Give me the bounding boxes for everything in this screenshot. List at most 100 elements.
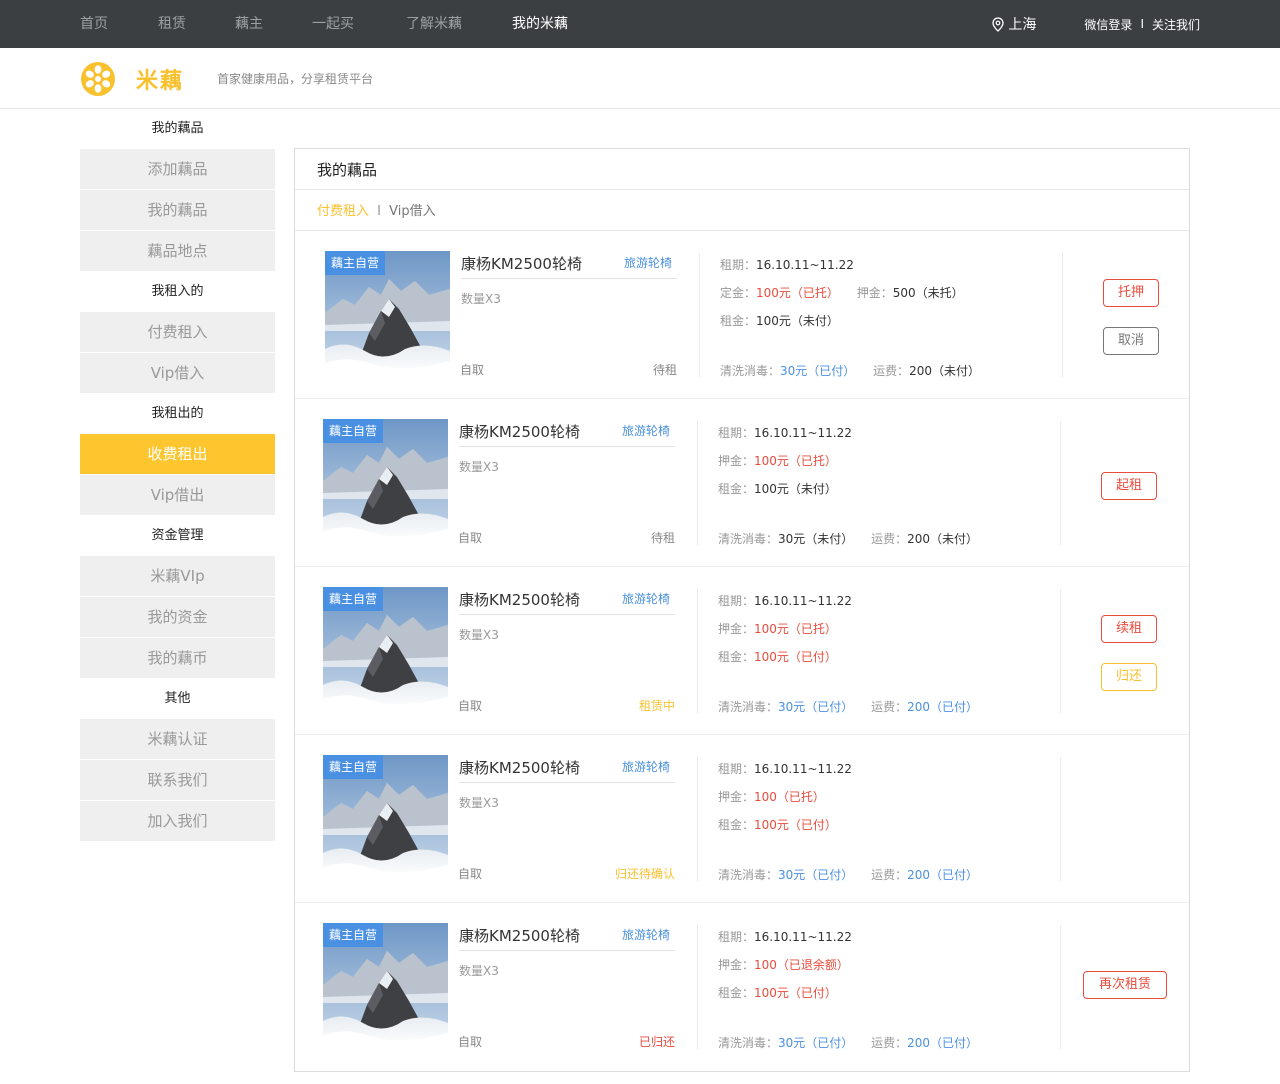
sidebar-item[interactable]: 米藕VIp [80,556,275,596]
product-thumbnail[interactable]: 藕主自营 [325,251,450,376]
period-value: 16.10.11~11.22 [754,426,852,440]
action-button[interactable]: 托押 [1103,279,1159,307]
action-button[interactable]: 起租 [1101,472,1157,500]
action-button[interactable]: 归还 [1101,663,1157,691]
period-value: 16.10.11~11.22 [756,258,854,272]
cleaning-value: 30元（已付） [778,868,854,882]
self-operated-badge: 藕主自营 [323,587,384,611]
product-category-tag[interactable]: 旅游轮椅 [622,758,670,775]
pickup-method: 自取 [458,699,483,713]
fees-line: 清洗消毒：30元（已付） 运费：200（未付） [720,362,980,379]
period-line: 租期：16.10.11~11.22 [718,928,852,945]
period-label: 租期： [718,762,755,776]
shipping-value: 200（已付） [907,700,979,714]
self-operated-badge: 藕主自营 [323,419,384,443]
product-name[interactable]: 康杨KM2500轮椅 [459,925,580,946]
rent-line: 租金：100元（未付） [720,312,839,329]
sidebar-item[interactable]: 我的藕品 [80,190,275,230]
sidebar-item[interactable]: 添加藕品 [80,149,275,189]
sidebar-item[interactable]: 加入我们 [80,801,275,841]
product-category-tag[interactable]: 旅游轮椅 [622,422,670,439]
order-status: 归还待确认 [614,867,675,881]
period-line: 租期：16.10.11~11.22 [718,424,852,441]
period-value: 16.10.11~11.22 [754,594,852,608]
deposit-value: 500（未托） [892,286,964,300]
action-button[interactable]: 取消 [1103,327,1159,355]
brand-name[interactable]: 米藕 [136,63,184,95]
order-row: 藕主自营 康杨KM2500轮椅 旅游轮椅 数量X3 自取 待租 租期：16.10… [295,399,1189,567]
order-status: 租赁中 [638,699,675,713]
brand-logo-icon[interactable] [80,61,116,97]
nav-right: 上海 微信登录 I 关注我们 [992,0,1200,48]
follow-us-link[interactable]: 关注我们 [1152,16,1200,33]
fees-line: 清洗消毒：30元（未付） 运费：200（未付） [718,530,978,547]
sidebar-item[interactable]: 藕品地点 [80,231,275,271]
product-category-tag[interactable]: 旅游轮椅 [624,254,672,271]
sidebar-item[interactable]: Vip借出 [80,475,275,515]
deposit-label: 押金： [718,958,755,972]
shipping-label: 运费： [871,1036,908,1050]
product-thumbnail[interactable]: 藕主自营 [323,587,448,712]
pickup-method: 自取 [458,867,483,881]
sidebar-group-title: 其他 [164,691,191,706]
sidebar-item[interactable]: Vip借入 [80,353,275,393]
nav-link[interactable]: 首页 [80,0,108,48]
product-name[interactable]: 康杨KM2500轮椅 [459,757,580,778]
shipping-label: 运费： [871,868,908,882]
sidebar-item[interactable]: 我的藕币 [80,638,275,678]
column-divider [697,757,698,881]
tab-paid-rent-in[interactable]: 付费租入 [317,204,369,219]
name-divider [461,278,677,279]
product-thumbnail[interactable]: 藕主自营 [323,419,448,544]
sidebar-item[interactable]: 付费租入 [80,312,275,352]
rent-value: 100元（未付） [754,482,837,496]
rent-value: 100元（已付） [754,818,837,832]
shipping-value: 200（已付） [907,868,979,882]
product-name[interactable]: 康杨KM2500轮椅 [459,589,580,610]
sidebar-item[interactable]: 收费租出 [80,434,275,474]
period-label: 租期： [718,426,755,440]
sidebar-item[interactable]: 我的资金 [80,597,275,637]
product-quantity: 数量X3 [461,292,501,306]
product-thumbnail[interactable]: 藕主自营 [323,923,448,1048]
rent-value: 100元（已付） [754,650,837,664]
shipping-value: 200（未付） [907,532,979,546]
product-quantity: 数量X3 [459,796,499,810]
rent-value: 100元（未付） [756,314,839,328]
fees-line: 清洗消毒：30元（已付） 运费：200（已付） [718,866,978,883]
shipping-label: 运费： [871,700,908,714]
pickup-method: 自取 [458,1035,483,1049]
nav-link[interactable]: 藕主 [235,0,263,48]
tab-vip-borrow-in[interactable]: Vip借入 [389,204,435,219]
product-thumbnail[interactable]: 藕主自营 [323,755,448,880]
cleaning-value: 30元（已付） [778,700,854,714]
sidebar-group-title: 我的藕品 [151,121,204,136]
period-label: 租期： [718,594,755,608]
action-button[interactable]: 续租 [1101,615,1157,643]
deposit-line: 定金：100元（已托） 押金：500（未托） [720,284,964,301]
product-name[interactable]: 康杨KM2500轮椅 [461,253,582,274]
fixed-deposit-value: 100元（已托） [756,286,839,300]
product-category-tag[interactable]: 旅游轮椅 [622,590,670,607]
action-button[interactable]: 再次租赁 [1083,971,1167,999]
sidebar-group-title: 资金管理 [151,528,204,543]
period-line: 租期：16.10.11~11.22 [720,256,854,273]
nav-link[interactable]: 一起买 [312,0,354,48]
name-divider [459,614,675,615]
product-name[interactable]: 康杨KM2500轮椅 [459,421,580,442]
nav-link[interactable]: 我的米藕 [512,0,568,48]
sidebar-group-title: 我租出的 [151,406,204,421]
nav-link[interactable]: 了解米藕 [406,0,462,48]
sidebar-item[interactable]: 米藕认证 [80,719,275,759]
nav-link[interactable]: 租赁 [158,0,186,48]
location-selector[interactable]: 上海 [992,14,1036,34]
wechat-login-link[interactable]: 微信登录 [1084,16,1132,33]
column-divider [1060,925,1061,1049]
period-value: 16.10.11~11.22 [754,930,852,944]
rent-value: 100元（已付） [754,986,837,1000]
rent-label: 租金： [718,818,755,832]
product-category-tag[interactable]: 旅游轮椅 [622,926,670,943]
sidebar-item[interactable]: 联系我们 [80,760,275,800]
column-divider [697,589,698,713]
shipping-label: 运费： [873,364,910,378]
